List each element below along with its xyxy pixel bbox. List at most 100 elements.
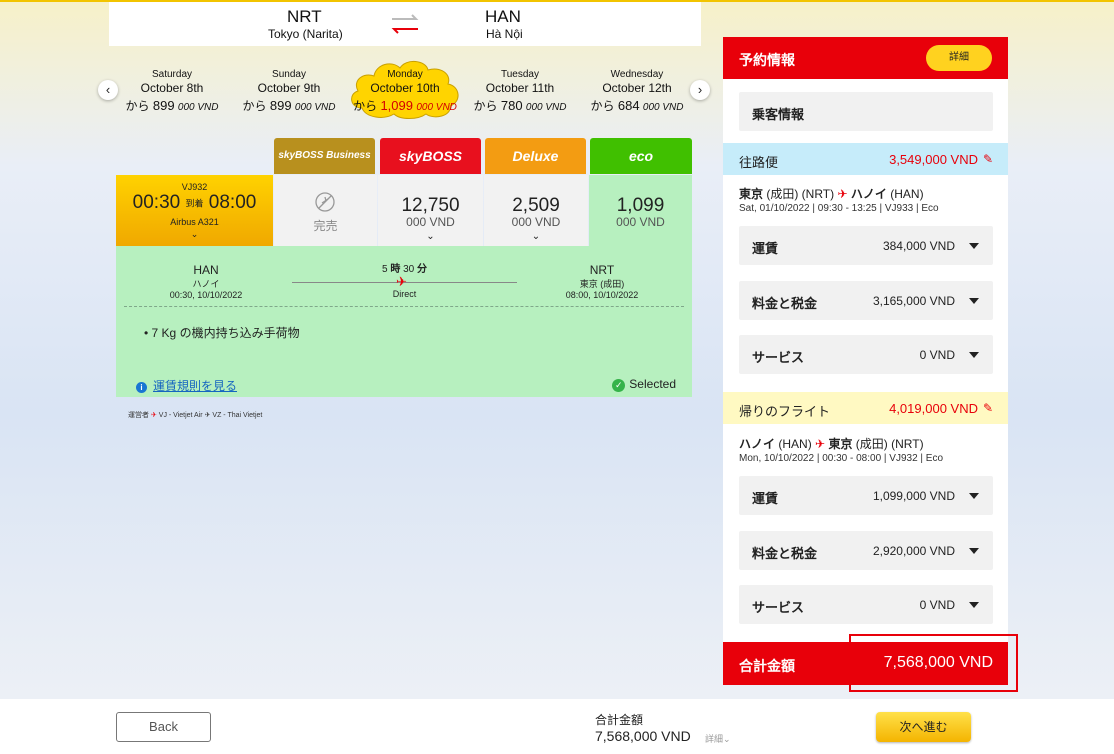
dashed-divider <box>124 306 684 307</box>
plane-icon: ✈ <box>837 187 848 201</box>
flight-times: 00:30 到着 08:00 <box>132 192 257 213</box>
date-price: から 684 000 VND <box>590 98 684 113</box>
outbound-service-row[interactable]: サービス 0 VND <box>739 335 993 374</box>
fare-cell-deluxe[interactable]: 2,509 000 VND ⌄ <box>484 175 588 246</box>
outbound-fare-row[interactable]: 運賃 384,000 VND <box>739 226 993 265</box>
footer-total-label: 合計金額 <box>595 713 644 727</box>
return-service-row[interactable]: サービス 0 VND <box>739 585 993 624</box>
details-button[interactable]: 詳細 <box>926 45 992 71</box>
booking-header: 予約情報 詳細 <box>723 37 1008 79</box>
date-weekday: Sunday <box>272 69 306 80</box>
footer-total: 合計金額 7,568,000 VND 詳細⌄ <box>595 711 731 744</box>
booking-title: 予約情報 <box>739 52 795 68</box>
flight-summary[interactable]: VJ932 00:30 到着 08:00 Airbus A321 ⌄ <box>116 175 273 246</box>
outbound-summary: Sat, 01/10/2022 | 09:30 - 13:25 | VJ933 … <box>739 203 939 214</box>
outbound-band: 往路便 3,549,000 VND ✎ <box>723 143 1008 175</box>
date-price: から 899 000 VND <box>242 98 336 113</box>
date-label: October 12th <box>602 81 672 95</box>
date-weekday: Monday <box>387 69 423 80</box>
date-price: から 780 000 VND <box>473 98 567 113</box>
chevron-left-icon: ‹ <box>105 82 111 97</box>
edit-icon[interactable]: ✎ <box>983 401 993 415</box>
chevron-down-icon[interactable]: ⌄ <box>116 229 273 240</box>
fare-currency: 000 VND <box>406 215 455 229</box>
fare-rules: i 運賃規則を見る <box>136 377 237 394</box>
date-option[interactable]: Saturday October 8th から 899 000 VND <box>114 69 230 114</box>
arrival-info: NRT 東京 (成田) 08:00, 10/10/2022 <box>565 263 639 300</box>
selected-status: ✓ Selected <box>612 377 676 392</box>
caret-down-icon <box>969 243 979 249</box>
date-label: October 9th <box>257 81 321 95</box>
fare-amount: 12,750 <box>401 195 460 216</box>
passenger-info-button[interactable]: 乗客情報 <box>739 92 993 131</box>
caret-down-icon <box>969 602 979 608</box>
date-option[interactable]: Sunday October 9th から 899 000 VND <box>231 69 347 114</box>
return-tax-row[interactable]: 料金と税金 2,920,000 VND <box>739 531 993 570</box>
route-header: NRT Tokyo (Narita) HAN Hà Nội <box>109 2 701 46</box>
date-price: から 1,099 000 VND <box>353 98 457 113</box>
caret-down-icon <box>969 493 979 499</box>
return-label: 帰りのフライト <box>739 404 831 419</box>
outbound-tax-row[interactable]: 料金と税金 3,165,000 VND <box>739 281 993 320</box>
fare-cell-eco-selected[interactable]: 1,099 000 VND <box>589 175 692 246</box>
fare-amount: 1,099 <box>616 195 665 216</box>
date-label: October 8th <box>140 81 204 95</box>
fare-amount: 2,509 <box>512 195 560 216</box>
baggage-info: • 7 Kg の機内持ち込み手荷物 <box>144 326 300 340</box>
booking-summary-panel: 予約情報 詳細 乗客情報 往路便 3,549,000 VND ✎ 東京 (成田)… <box>723 37 1008 685</box>
date-option-selected[interactable]: Monday October 10th から 1,099 000 VND <box>347 69 463 114</box>
footer-total-amount: 7,568,000 VND <box>595 728 691 744</box>
origin-city: Tokyo (Narita) <box>268 27 343 41</box>
date-label: October 11th <box>485 81 555 95</box>
date-price: から 899 000 VND <box>125 98 219 113</box>
fare-currency: 000 VND <box>616 215 665 229</box>
caret-down-icon <box>969 298 979 304</box>
return-route: ハノイ (HAN) ✈ 東京 (成田) (NRT) <box>739 437 924 451</box>
chevron-down-icon[interactable]: ⌄ <box>378 231 483 242</box>
fare-class-skyboss-business: skyBOSS Business <box>274 138 375 174</box>
aircraft-type: Airbus A321 <box>170 217 219 227</box>
check-icon: ✓ <box>612 379 626 392</box>
caret-down-icon <box>969 352 979 358</box>
footer-bar: Back 合計金額 7,568,000 VND 詳細⌄ 次へ進む <box>0 699 1114 754</box>
operators-legend: 運営者 ✈ VJ - Vietjet Air ✈ VZ - Thai Vietj… <box>128 412 263 419</box>
soldout-label: 完売 <box>313 219 338 233</box>
fare-class-deluxe: Deluxe <box>485 138 586 174</box>
back-button[interactable]: Back <box>116 712 211 742</box>
edit-icon[interactable]: ✎ <box>983 152 993 166</box>
no-plane-icon <box>315 192 335 212</box>
date-weekday: Saturday <box>151 69 193 80</box>
fare-currency: 000 VND <box>511 215 561 229</box>
fare-rules-link[interactable]: 運賃規則を見る <box>153 379 237 393</box>
return-summary: Mon, 10/10/2022 | 00:30 - 08:00 | VJ932 … <box>739 453 944 464</box>
date-option[interactable]: Tuesday October 11th から 780 000 VND <box>462 69 578 114</box>
return-price: 4,019,000 VND <box>889 401 978 416</box>
destination-code: HAN <box>485 7 521 26</box>
thai-vietjet-plane-icon: ✈ <box>204 412 211 419</box>
chevron-down-icon[interactable]: ⌄ <box>484 231 588 242</box>
flight-number: VJ932 <box>181 182 208 192</box>
plane-icon: ✈ <box>396 274 407 289</box>
info-icon: i <box>136 382 147 393</box>
date-weekday: Wednesday <box>610 69 664 80</box>
destination-city: Hà Nội <box>486 27 523 41</box>
swap-icon[interactable] <box>390 12 420 36</box>
next-button[interactable]: 次へ進む <box>876 712 971 742</box>
date-option[interactable]: Wednesday October 12th から 684 000 VND <box>579 69 695 114</box>
plane-icon: ✈ <box>815 437 826 451</box>
duration-info: 5 時 30 分 ✈ Direct <box>292 260 517 299</box>
return-band: 帰りのフライト 4,019,000 VND ✎ <box>723 392 1008 424</box>
return-fare-row[interactable]: 運賃 1,099,000 VND <box>739 476 993 515</box>
flight-detail-panel: HAN ハノイ 00:30, 10/10/2022 5 時 30 分 ✈ Dir… <box>116 246 692 397</box>
footer-details-link[interactable]: 詳細⌄ <box>705 732 731 745</box>
fare-cell-soldout: 完売 <box>274 175 377 246</box>
origin-code: NRT <box>287 7 322 26</box>
fare-cell-skyboss[interactable]: 12,750 000 VND ⌄ <box>378 175 483 246</box>
caret-down-icon <box>969 548 979 554</box>
outbound-label: 往路便 <box>739 155 779 170</box>
chevron-right-icon: › <box>697 82 703 97</box>
departure-info: HAN ハノイ 00:30, 10/10/2022 <box>169 263 243 300</box>
date-weekday: Tuesday <box>501 69 539 80</box>
fare-class-eco: eco <box>590 138 692 174</box>
vietjet-plane-icon: ✈ <box>150 412 157 419</box>
